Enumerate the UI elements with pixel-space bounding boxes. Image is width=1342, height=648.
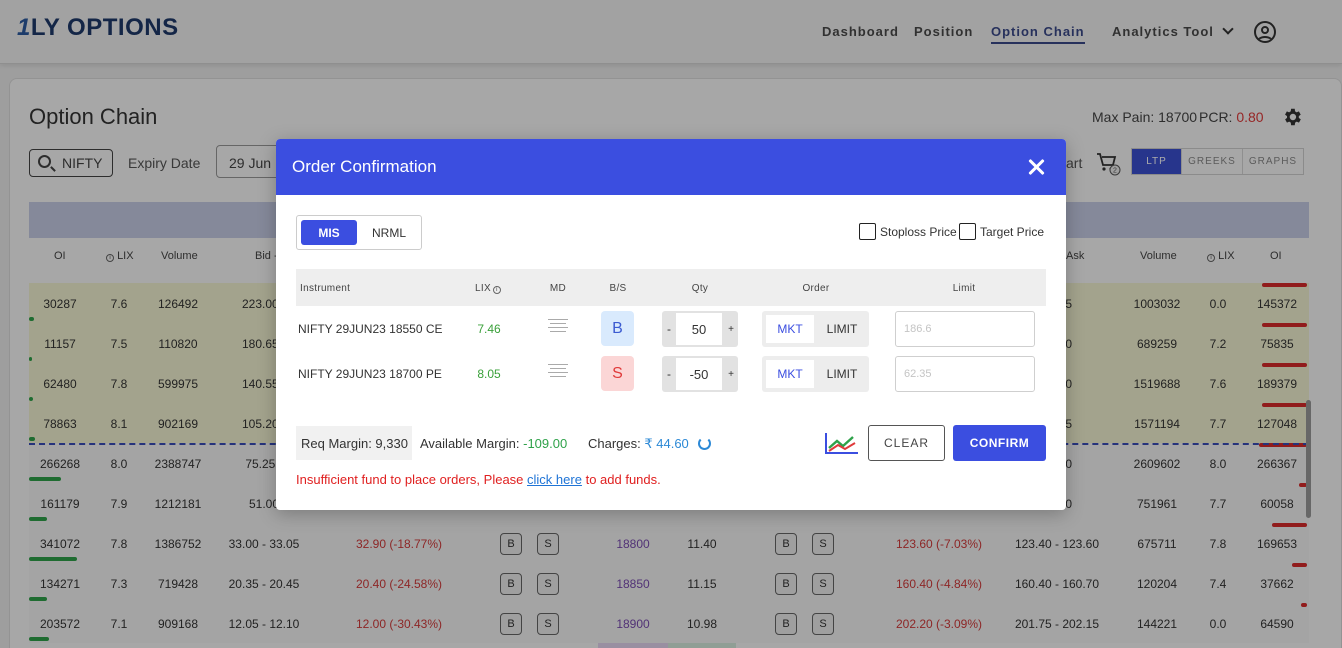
market-depth-icon[interactable] [548,364,568,380]
sell-side-chip[interactable]: S [601,356,634,391]
payoff-chart-icon[interactable] [825,432,859,454]
insufficient-fund-warning: Insufficient fund to place orders, Pleas… [296,472,661,487]
checkbox-icon [959,223,976,240]
order-confirmation-modal: Order Confirmation MIS NRML Stoploss Pri… [276,139,1066,510]
order-type-mkt[interactable]: MKT [766,360,814,388]
order-lix: 8.05 [477,367,501,381]
stoploss-label: Stoploss Price [880,224,957,239]
target-price-checkbox[interactable]: Target Price [959,223,1044,240]
info-icon: i [492,286,501,294]
available-margin: Available Margin: -109.00 [420,436,568,451]
order-type-toggle: MKT LIMIT [762,356,869,392]
order-type-toggle: MKT LIMIT [762,311,869,347]
order-instrument: NIFTY 29JUN23 18700 PE [298,367,442,381]
order-table-header [296,269,1046,306]
add-funds-link[interactable]: click here [527,472,582,487]
quantity-stepper: - 50 + [662,311,738,347]
market-depth-icon[interactable] [548,319,568,335]
col-instrument: Instrument [300,283,351,294]
charges: Charges: ₹ 44.60 [588,436,689,451]
modal-header: Order Confirmation [276,139,1066,195]
col-limit: Limit [952,283,976,294]
buy-side-chip[interactable]: B [601,311,634,346]
confirm-button[interactable]: CONFIRM [953,425,1046,461]
col-lix: LIX i [475,283,501,294]
col-qty: Qty [691,283,709,294]
order-type-limit[interactable]: LIMIT [818,360,866,388]
checkbox-icon [859,223,876,240]
order-type-mkt[interactable]: MKT [766,315,814,343]
qty-increment-button[interactable]: + [724,311,738,347]
stoploss-price-checkbox[interactable]: Stoploss Price [859,223,957,240]
available-margin-value: -109.00 [523,436,568,451]
order-instrument: NIFTY 29JUN23 18550 CE [298,322,443,336]
order-type-limit[interactable]: LIMIT [818,315,866,343]
clear-button[interactable]: CLEAR [868,425,945,461]
qty-increment-button[interactable]: + [724,356,738,392]
limit-price-input[interactable] [895,311,1035,347]
modal-title: Order Confirmation [292,157,437,176]
close-icon[interactable] [1026,157,1046,177]
col-buy-sell: B/S [609,283,627,294]
col-order: Order [802,283,830,294]
charges-value: ₹ 44.60 [644,436,689,451]
col-md: MD [549,283,567,294]
qty-decrement-button[interactable]: - [662,356,676,392]
quantity-stepper: - -50 + [662,356,738,392]
product-type-toggle: MIS NRML [296,215,422,250]
qty-input[interactable]: 50 [676,313,722,345]
product-nrml-button[interactable]: NRML [361,220,417,245]
target-label: Target Price [980,224,1045,239]
refresh-icon[interactable] [698,437,711,450]
qty-input[interactable]: -50 [676,358,722,390]
limit-price-input[interactable] [895,356,1035,392]
qty-decrement-button[interactable]: - [662,311,676,347]
product-mis-button[interactable]: MIS [301,220,357,245]
order-lix: 7.46 [477,322,501,336]
required-margin: Req Margin: 9,330 [296,426,412,460]
